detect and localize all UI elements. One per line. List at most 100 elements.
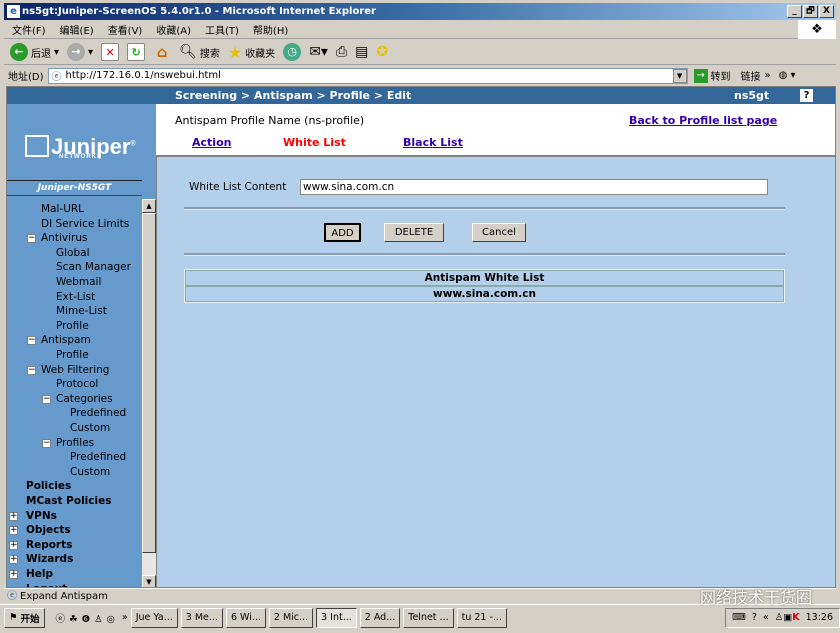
table-row[interactable]: www.sina.com.cn: [185, 286, 784, 302]
taskbar-button[interactable]: 2 Mic...: [268, 607, 314, 628]
nav-item[interactable]: Policies: [26, 479, 71, 493]
nav-item[interactable]: Predefined: [70, 406, 126, 420]
scroll-down-button[interactable]: ▼: [142, 575, 156, 587]
back-to-profile-list-link[interactable]: Back to Profile list page: [629, 114, 777, 127]
nav-item[interactable]: Objects: [26, 523, 71, 537]
minimize-button[interactable]: _: [787, 5, 802, 18]
nav-item[interactable]: Custom: [70, 465, 110, 479]
expand-icon[interactable]: +: [9, 570, 18, 579]
nav-item[interactable]: Help: [26, 567, 53, 581]
tab-black-list[interactable]: Black List: [403, 136, 463, 149]
scroll-up-button[interactable]: ▲: [142, 199, 156, 213]
expand-icon[interactable]: +: [9, 511, 18, 521]
menu-help[interactable]: 帮助(H): [253, 22, 288, 37]
nav-item[interactable]: Profile: [56, 319, 89, 333]
tab-white-list[interactable]: White List: [283, 136, 346, 149]
links-more[interactable]: »: [765, 70, 771, 81]
nav-item[interactable]: Wizards: [26, 552, 73, 566]
nav-item[interactable]: DI Service Limits: [41, 217, 129, 231]
taskbar-button[interactable]: Jue Ya...: [130, 607, 178, 628]
nav-item[interactable]: Profile: [56, 348, 89, 362]
window-title-bar: e ns5gt:Juniper-ScreenOS 5.4.0r1.0 - Mic…: [4, 3, 836, 20]
taskbar-button[interactable]: Telnet ...: [403, 607, 454, 628]
start-button[interactable]: ⚑ 开始: [4, 607, 45, 628]
mail-icon[interactable]: ✉▾: [309, 44, 328, 60]
nav-item[interactable]: Profiles: [56, 436, 94, 450]
white-list-content-input[interactable]: [300, 179, 768, 195]
quick-launch-more[interactable]: »: [122, 612, 128, 623]
add-button[interactable]: ADD: [324, 223, 361, 242]
address-input[interactable]: ⓔ http://172.16.0.1/nswebui.html ▼: [47, 67, 688, 84]
help-tray-icon[interactable]: ?: [752, 612, 757, 623]
nav-item[interactable]: Web Filtering: [41, 363, 109, 377]
address-dropdown-button[interactable]: ▼: [672, 68, 687, 83]
favorites-label: 收藏夹: [245, 48, 276, 60]
collapse-icon[interactable]: −: [42, 394, 51, 404]
stop-icon[interactable]: ✕: [101, 43, 120, 61]
print-icon[interactable]: ⎙: [336, 44, 347, 60]
close-button[interactable]: X: [819, 5, 834, 18]
expand-icon[interactable]: +: [9, 555, 18, 565]
forward-button[interactable]: → ▾: [67, 43, 93, 61]
edit-icon[interactable]: ▤: [355, 44, 368, 60]
search-button[interactable]: 🔍︎ 搜索: [179, 44, 220, 60]
home-icon[interactable]: ⌂: [153, 43, 171, 61]
nav-item[interactable]: Global: [56, 246, 90, 260]
expand-icon[interactable]: +: [9, 540, 18, 550]
expand-icon[interactable]: +: [9, 526, 18, 536]
collapse-icon[interactable]: −: [42, 438, 51, 448]
cancel-button[interactable]: Cancel: [472, 223, 526, 242]
go-button[interactable]: 转到: [711, 68, 731, 83]
scrollbar-thumb[interactable]: [142, 213, 156, 553]
status-text: Expand Antispam: [20, 591, 108, 602]
sidebar-scrollbar[interactable]: ▲ ▼: [142, 199, 156, 587]
task-label: 3 Int...: [321, 612, 352, 623]
taskbar-button[interactable]: 3 Int...: [316, 607, 357, 628]
table-header: Antispam White List: [185, 270, 784, 286]
back-arrow-icon: ←: [10, 43, 28, 61]
help-icon[interactable]: ?: [800, 89, 813, 102]
taskbar-button[interactable]: 6 Wi...: [225, 607, 266, 628]
nav-item[interactable]: Protocol: [56, 377, 98, 391]
delete-button[interactable]: DELETE: [384, 223, 444, 242]
nav-item[interactable]: Categories: [56, 392, 113, 406]
address-bar: 地址(D) ⓔ http://172.16.0.1/nswebui.html ▼…: [4, 66, 836, 85]
nav-item[interactable]: Antivirus: [41, 231, 87, 245]
quick-launch-icons[interactable]: ⓔ☘❻♙◎: [56, 611, 119, 625]
tray-expand-icon[interactable]: «: [763, 612, 769, 623]
nav-item[interactable]: Antispam: [41, 333, 91, 347]
taskbar-button[interactable]: tu 21 -...: [456, 607, 507, 628]
nav-item[interactable]: Mime-List: [56, 304, 107, 318]
nav-item[interactable]: Ext-List: [56, 290, 95, 304]
go-arrow-icon[interactable]: →: [693, 68, 708, 83]
collapse-icon[interactable]: −: [27, 234, 36, 244]
tray-app-icons[interactable]: ♙▣K: [775, 612, 800, 623]
menu-favorites[interactable]: 收藏(A): [156, 22, 191, 37]
nav-item[interactable]: Scan Manager: [56, 260, 131, 274]
keyboard-icon[interactable]: ⌨: [732, 612, 746, 623]
tab-action[interactable]: Action: [192, 136, 231, 149]
collapse-icon[interactable]: −: [27, 365, 36, 375]
nav-item[interactable]: Webmail: [56, 275, 101, 289]
menu-view[interactable]: 查看(V): [108, 22, 143, 37]
menu-tools[interactable]: 工具(T): [205, 22, 239, 37]
back-button[interactable]: ← 后退 ▾: [10, 43, 59, 61]
nav-item[interactable]: Reports: [26, 538, 72, 552]
refresh-icon[interactable]: ↻: [127, 43, 146, 61]
collapse-icon[interactable]: −: [27, 336, 36, 346]
menu-file[interactable]: 文件(F): [12, 22, 46, 37]
nav-item[interactable]: Predefined: [70, 450, 126, 464]
nav-item[interactable]: Mal-URL: [41, 202, 84, 216]
menu-edit[interactable]: 编辑(E): [60, 22, 94, 37]
extension-icon[interactable]: ◍ ▾: [779, 70, 796, 81]
taskbar-button[interactable]: 2 Ad...: [359, 607, 401, 628]
favorites-button[interactable]: ★ 收藏夹: [228, 43, 275, 62]
maximize-button[interactable]: 🗗: [803, 5, 818, 18]
links-button[interactable]: 链接: [741, 68, 761, 83]
taskbar-button[interactable]: 3 Me...: [180, 607, 223, 628]
nav-item[interactable]: Custom: [70, 421, 110, 435]
history-icon[interactable]: ◷: [283, 43, 302, 61]
nav-item[interactable]: VPNs: [26, 509, 57, 523]
nav-item[interactable]: MCast Policies: [26, 494, 111, 508]
add-favorite-icon[interactable]: ✪: [376, 44, 388, 60]
